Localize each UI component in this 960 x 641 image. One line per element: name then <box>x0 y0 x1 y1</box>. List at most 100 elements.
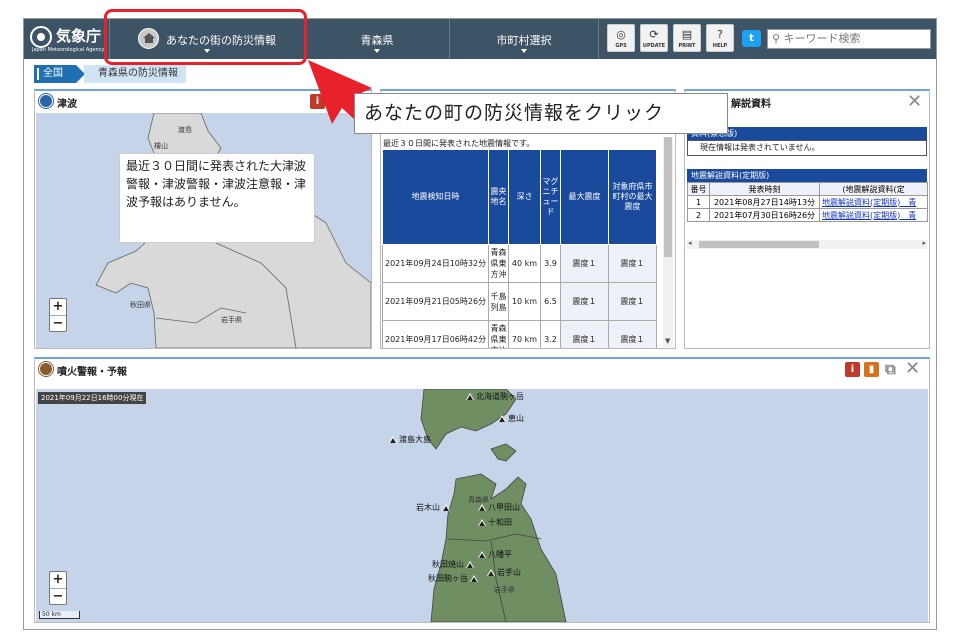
table-row: 1 2021年08月27日14時13分 地震解説資料(定期版) 青 <box>687 195 928 209</box>
instruction-callout: あなたの町の防災情報をクリック <box>354 93 728 134</box>
volcano-panel: 噴火警報・予報 i ▮ ⧉ ✕ 青森県 岩手県 北海道駒ヶ岳 恵山 渡島大島 岩… <box>34 357 930 623</box>
info-button[interactable]: i <box>845 362 860 377</box>
twitter-button[interactable]: t <box>742 30 761 47</box>
volcano-marker[interactable]: 秋田焼山 <box>432 559 476 570</box>
panel-header: 噴火警報・予報 i ▮ ⧉ ✕ <box>35 359 929 379</box>
scrollbar-thumb[interactable] <box>664 137 672 257</box>
nav-prefecture[interactable]: 青森県 <box>304 19 449 59</box>
tsunami-icon <box>39 94 53 108</box>
zoom-in-button[interactable]: + <box>50 299 66 315</box>
book-button[interactable]: ▮ <box>864 362 879 377</box>
volcano-triangle-icon <box>487 569 495 576</box>
horizontal-scrollbar[interactable]: ◂ ▸ <box>687 239 927 249</box>
scrollbar-thumb[interactable] <box>699 241 819 248</box>
table-row[interactable]: 2021年09月21日05時26分 千島列島 10 km 6.5 震度１ 震度１ <box>382 282 657 321</box>
tsunami-panel: 津波 i 渡島 檜山 秋田県 岩手県 + − 最近３０日間に発表された大津波警報… <box>34 89 372 349</box>
volcano-marker[interactable]: 恵山 <box>498 413 524 424</box>
tsunami-status-message: 最近３０日間に発表された大津波警報・津波警報・津波注意報・津波予報はありません。 <box>119 153 315 243</box>
nav-highlight-box <box>104 9 307 65</box>
col-header-depth: 深さ <box>508 149 541 245</box>
update-icon: ⟳ <box>649 28 659 41</box>
volcano-triangle-icon <box>478 519 486 526</box>
close-icon[interactable]: ✕ <box>905 360 920 378</box>
document-link[interactable]: 地震解説資料(定期版) 青 <box>819 195 928 209</box>
volcano-triangle-icon <box>478 551 486 558</box>
table-row[interactable]: 2021年09月17日06時42分 青森県東方沖 70 km 3.2 震度１ 震… <box>382 320 657 348</box>
nav-label: 市町村選択 <box>496 34 552 47</box>
volcano-marker[interactable]: 渡島大島 <box>389 434 431 445</box>
print-button[interactable]: ▤ PRINT <box>673 24 701 52</box>
regular-section-header: 地震解説資料(定期版) <box>687 169 927 182</box>
logo-subtitle: Japan Meteorological Agency <box>32 47 105 53</box>
col-header-date: 地震検知日時 <box>382 149 489 245</box>
map-scale-bar: 50 km <box>39 611 80 619</box>
keyword-search-input[interactable]: ⚲ キーワード検索 <box>767 29 931 49</box>
map-zoom-control: + − <box>49 571 67 605</box>
info-button[interactable]: i <box>310 94 325 109</box>
quake-caption: 最近３０日間に発表された地震情報です。 <box>383 139 535 148</box>
panel-title: 解説資料 <box>731 99 771 110</box>
volcano-icon <box>39 362 53 376</box>
scroll-down-icon[interactable]: ▼ <box>665 337 670 345</box>
search-placeholder: キーワード検索 <box>783 32 861 45</box>
close-icon[interactable]: ✕ <box>907 93 922 111</box>
col-header-magnitude: マグニチュード <box>540 149 561 245</box>
help-icon: ? <box>717 28 723 41</box>
volcano-triangle-icon <box>478 504 486 511</box>
chevron-down-icon <box>521 49 527 53</box>
regular-commentary-table: 番号 発表時刻 (地震解説資料(定 1 2021年08月27日14時13分 地震… <box>687 182 928 222</box>
info-icon: i <box>850 364 855 375</box>
map-label: 秋田県 <box>130 301 151 309</box>
map-label: 岩手県 <box>494 586 515 594</box>
logo-text: 気象庁 <box>56 27 102 45</box>
zoom-out-button[interactable]: − <box>50 315 66 331</box>
col-header-max-intensity: 最大震度 <box>560 149 609 245</box>
popout-icon[interactable]: ⧉ <box>885 360 896 378</box>
gps-icon: ◎ <box>616 28 626 41</box>
volcano-map[interactable]: 青森県 岩手県 北海道駒ヶ岳 恵山 渡島大島 岩木山 八甲田山 十和田 八幡平 … <box>36 389 928 622</box>
col-header-time: 発表時刻 <box>709 182 820 196</box>
help-button[interactable]: ? HELP <box>706 24 734 52</box>
volcano-marker[interactable]: 岩手山 <box>487 567 521 578</box>
col-header-epicenter: 震央地名 <box>488 149 509 245</box>
col-header-document: (地震解説資料(定 <box>819 182 928 196</box>
volcano-triangle-icon <box>466 393 474 400</box>
col-header-local-intensity: 対象府県市町村の最大震度 <box>608 149 657 245</box>
volcano-marker[interactable]: 北海道駒ヶ岳 <box>466 391 524 402</box>
volcano-marker[interactable]: 八幡平 <box>478 549 512 560</box>
volcano-timestamp: 2021年09月22日16時00分現在 <box>38 392 147 404</box>
map-label: 岩手県 <box>221 316 242 324</box>
table-row: 2 2021年07月30日16時26分 地震解説資料(定期版) 青 <box>687 208 928 222</box>
volcano-triangle-icon <box>389 436 397 443</box>
update-button[interactable]: ⟳ UPDATE <box>640 24 668 52</box>
info-icon: i <box>315 96 320 107</box>
gps-button[interactable]: ◎ GPS <box>607 24 635 52</box>
scroll-right-icon[interactable]: ▸ <box>922 239 926 247</box>
map-zoom-control: + − <box>49 298 67 332</box>
nav-municipality-select[interactable]: 市町村選択 <box>449 19 599 59</box>
jma-logo[interactable]: 気象庁 Japan Meteorological Agency <box>30 22 106 56</box>
earthquake-table: 地震検知日時 震央地名 深さ マグニチュード 最大震度 対象府県市町村の最大震度… <box>382 149 657 348</box>
print-icon: ▤ <box>681 28 693 41</box>
scroll-left-icon[interactable]: ◂ <box>688 239 692 247</box>
urgent-status-message: 現在情報は発表されていません。 <box>687 140 927 156</box>
document-link[interactable]: 地震解説資料(定期版) 青 <box>819 208 928 222</box>
table-row[interactable]: 2021年09月24日10時32分 青森県東方沖 40 km 3.9 震度１ 震… <box>382 244 657 283</box>
breadcrumb-all-japan[interactable]: 全国 <box>34 65 85 83</box>
volcano-marker[interactable]: 秋田駒ヶ岳 <box>428 573 480 584</box>
book-icon: ▮ <box>868 364 875 375</box>
volcano-triangle-icon <box>442 504 450 511</box>
panel-title: 津波 <box>57 99 77 110</box>
volcano-marker[interactable]: 十和田 <box>478 517 512 528</box>
quake-vertical-scrollbar[interactable]: ▼ <box>663 137 673 347</box>
panel-title: 噴火警報・予報 <box>57 367 127 378</box>
volcano-marker[interactable]: 八甲田山 <box>478 502 520 513</box>
chevron-down-icon <box>374 49 380 53</box>
breadcrumb-prefecture: 青森県の防災情報 <box>84 65 186 83</box>
nav-label: 青森県 <box>360 34 394 47</box>
volcano-triangle-icon <box>470 575 478 582</box>
volcano-marker[interactable]: 岩木山 <box>416 502 452 513</box>
zoom-in-button[interactable]: + <box>50 572 66 588</box>
volcano-triangle-icon <box>466 561 474 568</box>
zoom-out-button[interactable]: − <box>50 588 66 604</box>
